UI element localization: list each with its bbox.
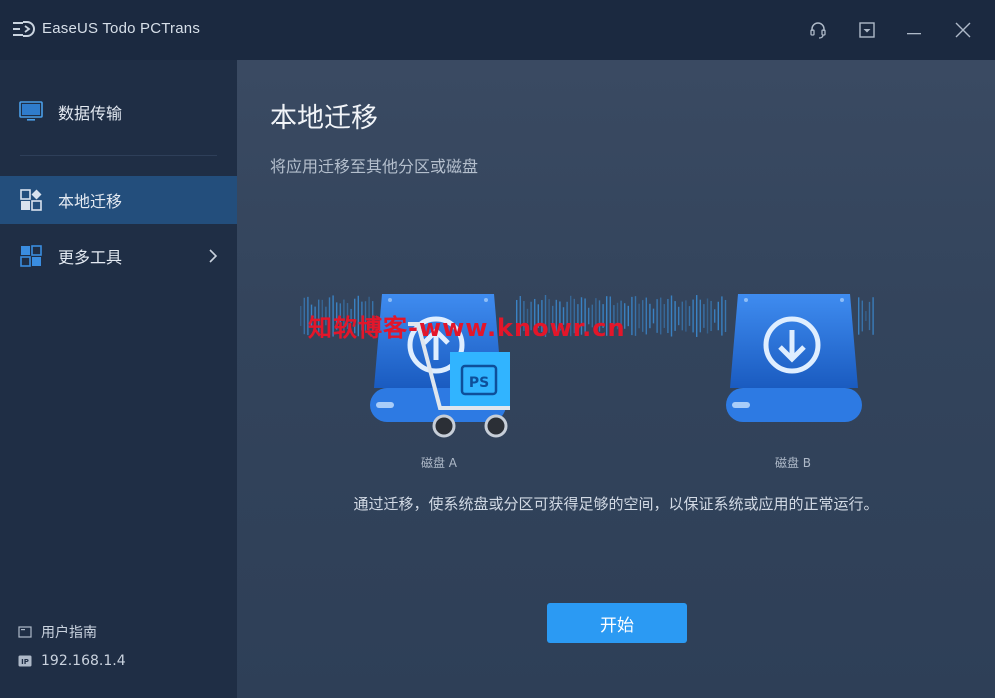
- wave-bar: [634, 296, 637, 336]
- minimize-button[interactable]: [902, 18, 926, 42]
- wave-bar: [660, 297, 662, 335]
- cart-badge: PS: [469, 375, 489, 391]
- tools-grid-icon: [20, 245, 42, 267]
- wave-bar: [699, 299, 701, 333]
- page-title: 本地迁移: [270, 103, 378, 134]
- wave-bar: [685, 300, 687, 332]
- wave-bar: [678, 306, 680, 326]
- sidebar-divider: [20, 155, 217, 156]
- app-title: EaseUS Todo PCTrans: [42, 20, 201, 37]
- wave-bar: [649, 303, 651, 329]
- chevron-right-icon: [209, 249, 218, 263]
- user-guide-link[interactable]: 用户指南: [18, 622, 97, 642]
- wave-bar: [670, 295, 673, 337]
- disk-a-label: 磁盘 A: [420, 456, 458, 470]
- support-button[interactable]: [806, 18, 830, 42]
- grid-apps-icon: [20, 189, 42, 211]
- wave-bar: [303, 297, 305, 335]
- wave-bar: [656, 299, 658, 333]
- wave-bar: [714, 309, 716, 323]
- close-icon: [955, 22, 971, 38]
- start-button[interactable]: 开始: [547, 603, 687, 643]
- wave-bar: [631, 296, 633, 336]
- wave-bar: [865, 311, 867, 321]
- ip-address: IP 192.168.1.4: [18, 653, 126, 669]
- title-bar: EaseUS Todo PCTrans: [0, 0, 995, 60]
- easeus-logo-icon: [13, 21, 35, 37]
- wave-bar: [674, 301, 676, 331]
- wave-bar: [721, 296, 723, 336]
- ip-address-label: 192.168.1.4: [41, 653, 126, 669]
- wave-bar: [872, 297, 874, 335]
- wave-bar: [706, 298, 709, 334]
- menu-button[interactable]: [855, 18, 879, 42]
- wave-bar: [627, 305, 629, 327]
- monitor-icon: [19, 101, 43, 121]
- menu-dropdown-icon: [859, 22, 875, 38]
- book-icon: [18, 626, 32, 638]
- wave-bar: [696, 295, 698, 337]
- wave-bar: [717, 301, 719, 331]
- wave-bar: [638, 303, 640, 329]
- disk-b-icon: [726, 294, 862, 422]
- sidebar: 数据传输 本地迁移 更多工具 用户指南 IP 192.168.1.4: [0, 60, 237, 698]
- wave-bar: [703, 304, 705, 328]
- disk-b-label: 磁盘 B: [774, 456, 812, 470]
- sidebar-item-label: 更多工具: [58, 248, 123, 267]
- user-guide-label: 用户指南: [41, 625, 97, 641]
- headset-icon: [810, 22, 826, 39]
- wave-bar: [688, 306, 691, 326]
- ip-badge-icon: IP: [18, 655, 32, 667]
- wave-bar: [652, 308, 655, 324]
- wave-bar: [681, 301, 683, 331]
- wave-bar: [642, 300, 644, 332]
- page-subtitle: 将应用迁移至其他分区或磁盘: [270, 157, 479, 176]
- wave-bar: [868, 301, 871, 331]
- wave-bar: [710, 300, 712, 332]
- minimize-icon: [907, 33, 921, 35]
- wave-bar: [645, 297, 647, 335]
- sidebar-item-label: 本地迁移: [58, 192, 123, 211]
- close-button[interactable]: [951, 18, 975, 42]
- wave-bar: [692, 299, 694, 333]
- wave-bar: [667, 298, 669, 334]
- sidebar-item-label: 数据传输: [58, 104, 123, 123]
- sidebar-item-data-transfer[interactable]: 数据传输: [0, 88, 237, 136]
- wave-bar: [663, 304, 665, 328]
- ip-badge-text: IP: [21, 658, 29, 666]
- wave-bar: [300, 306, 302, 326]
- watermark-text: 知软博客-www.knowr.cn: [308, 314, 626, 342]
- sidebar-item-local-migration[interactable]: 本地迁移: [0, 176, 237, 224]
- sidebar-item-more-tools[interactable]: 更多工具: [0, 232, 237, 280]
